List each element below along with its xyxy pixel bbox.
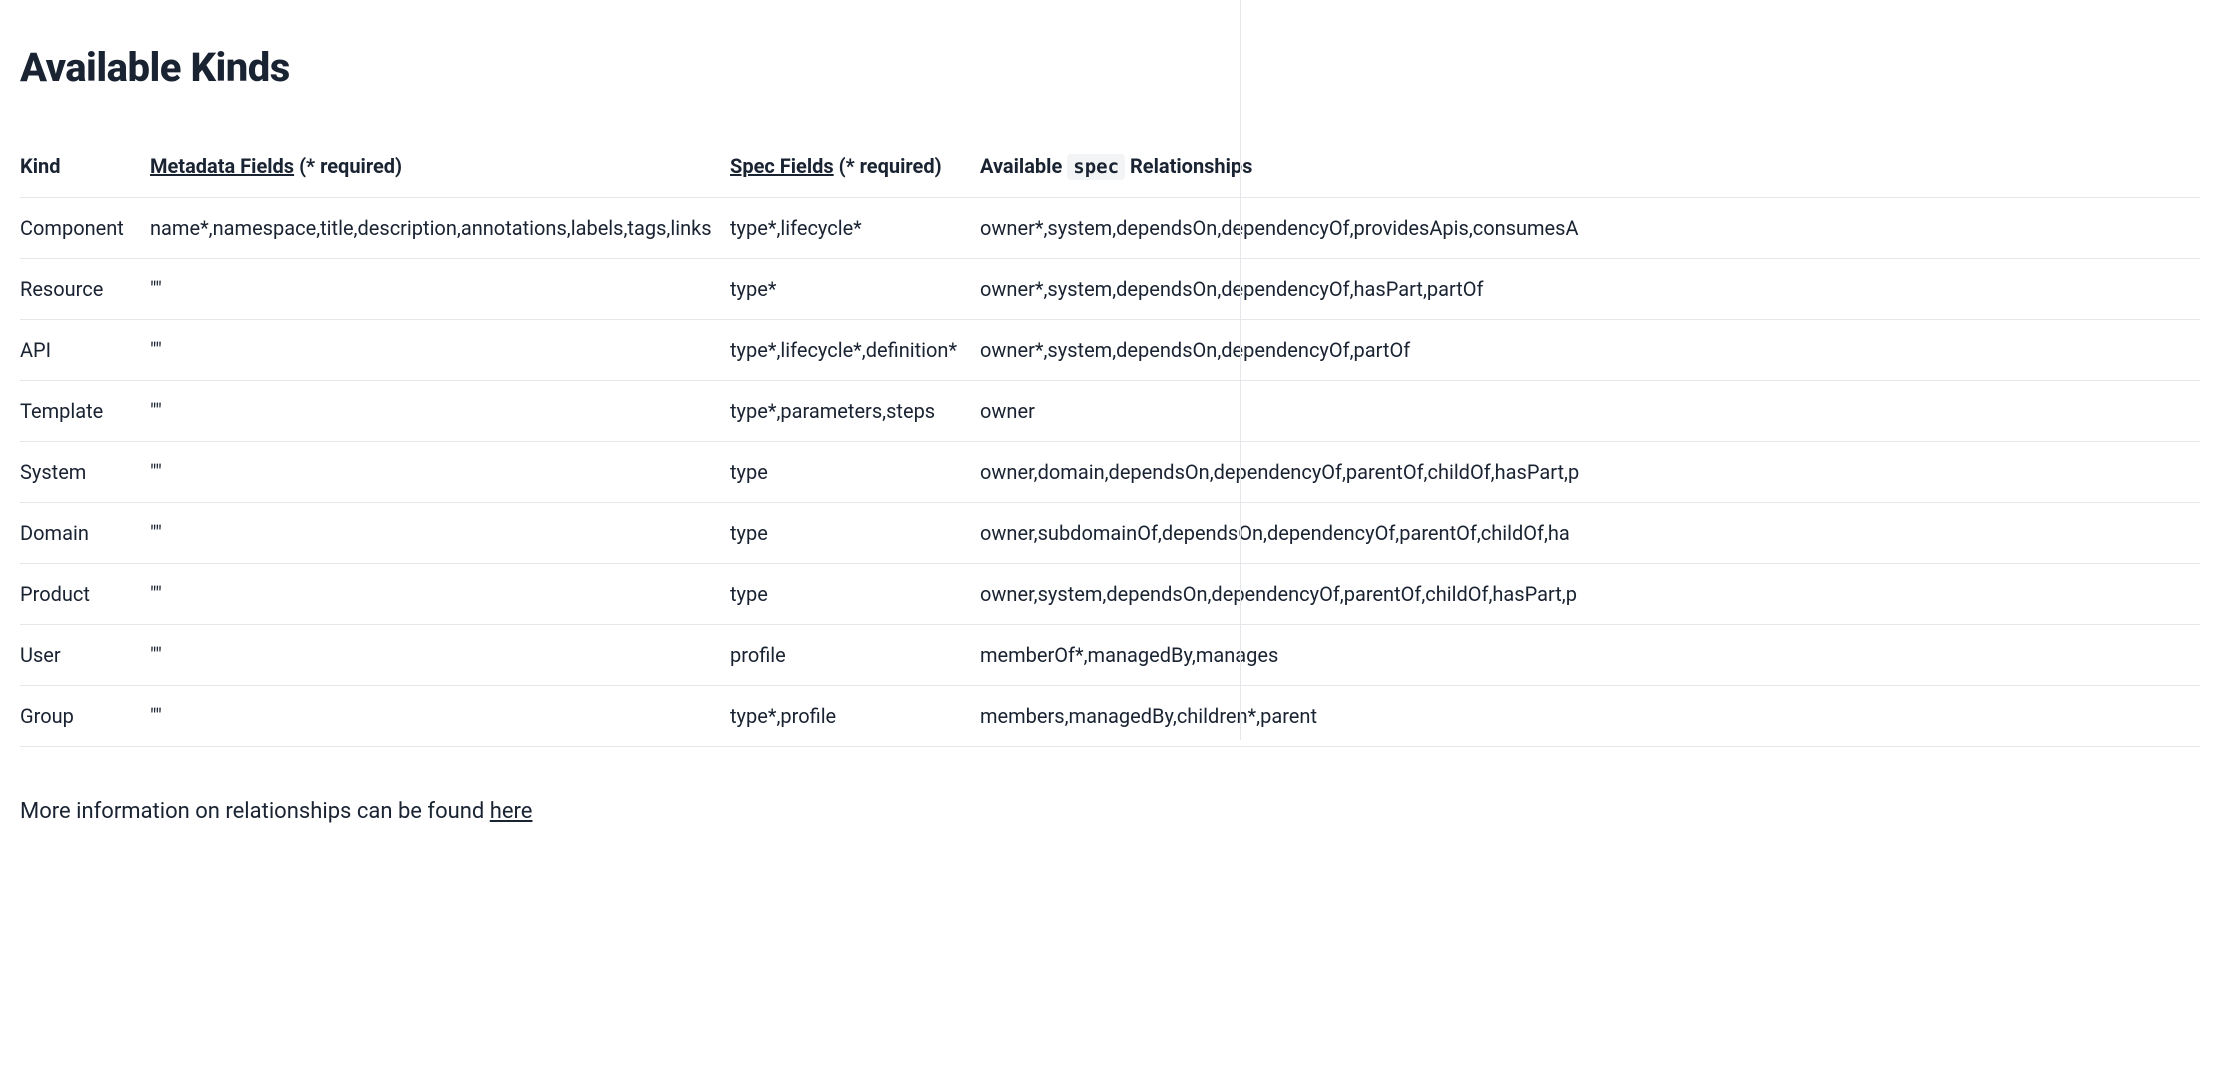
cell-relationships: owner,system,dependsOn,dependencyOf,pare…	[980, 563, 2200, 624]
cell-kind: Resource	[20, 258, 150, 319]
footer-note: More information on relationships can be…	[20, 797, 2200, 828]
table-header-row: Kind Metadata Fields (* required) Spec F…	[20, 136, 2200, 197]
cell-metadata: ""	[150, 502, 730, 563]
cell-spec: type	[730, 563, 980, 624]
cell-kind: Template	[20, 380, 150, 441]
cell-spec: profile	[730, 624, 980, 685]
cell-relationships: members,managedBy,children*,parent	[980, 685, 2200, 746]
cell-relationships: memberOf*,managedBy,manages	[980, 624, 2200, 685]
header-spec: Spec Fields (* required)	[730, 136, 980, 197]
cell-relationships: owner	[980, 380, 2200, 441]
kinds-table: Kind Metadata Fields (* required) Spec F…	[20, 136, 2200, 747]
cell-spec: type*,parameters,steps	[730, 380, 980, 441]
cell-kind: Product	[20, 563, 150, 624]
cell-kind: User	[20, 624, 150, 685]
cell-kind: Group	[20, 685, 150, 746]
page-title: Available Kinds	[20, 40, 2200, 96]
cell-metadata: ""	[150, 319, 730, 380]
cell-relationships: owner*,system,dependsOn,dependencyOf,par…	[980, 319, 2200, 380]
header-relationships-suffix: Relationships	[1125, 154, 1252, 178]
table-row: API""type*,lifecycle*,definition*owner*,…	[20, 319, 2200, 380]
spec-fields-link[interactable]: Spec Fields	[730, 154, 834, 178]
footer-here-link[interactable]: here	[490, 799, 533, 824]
header-metadata: Metadata Fields (* required)	[150, 136, 730, 197]
cell-spec: type*,lifecycle*,definition*	[730, 319, 980, 380]
cell-metadata: name*,namespace,title,description,annota…	[150, 197, 730, 258]
cell-spec: type	[730, 441, 980, 502]
cell-metadata: ""	[150, 685, 730, 746]
cell-kind: System	[20, 441, 150, 502]
cell-relationships: owner*,system,dependsOn,dependencyOf,has…	[980, 258, 2200, 319]
header-relationships-code: spec	[1067, 154, 1125, 180]
table-row: Group""type*,profilemembers,managedBy,ch…	[20, 685, 2200, 746]
table-row: Product""typeowner,system,dependsOn,depe…	[20, 563, 2200, 624]
table-row: System""typeowner,domain,dependsOn,depen…	[20, 441, 2200, 502]
metadata-required-note: (* required)	[294, 154, 402, 178]
cell-relationships: owner,domain,dependsOn,dependencyOf,pare…	[980, 441, 2200, 502]
cell-metadata: ""	[150, 563, 730, 624]
cell-metadata: ""	[150, 380, 730, 441]
cell-spec: type*	[730, 258, 980, 319]
table-row: User""profilememberOf*,managedBy,manages	[20, 624, 2200, 685]
table-row: Componentname*,namespace,title,descripti…	[20, 197, 2200, 258]
header-kind: Kind	[20, 136, 150, 197]
vertical-divider	[1240, 0, 1241, 740]
header-relationships: Available spec Relationships	[980, 136, 2200, 197]
cell-relationships: owner*,system,dependsOn,dependencyOf,pro…	[980, 197, 2200, 258]
footer-note-text: More information on relationships can be…	[20, 799, 490, 824]
cell-spec: type*,profile	[730, 685, 980, 746]
cell-metadata: ""	[150, 624, 730, 685]
cell-kind: API	[20, 319, 150, 380]
table-row: Template""type*,parameters,stepsowner	[20, 380, 2200, 441]
table-row: Resource""type*owner*,system,dependsOn,d…	[20, 258, 2200, 319]
cell-kind: Domain	[20, 502, 150, 563]
cell-metadata: ""	[150, 441, 730, 502]
cell-metadata: ""	[150, 258, 730, 319]
cell-spec: type	[730, 502, 980, 563]
header-relationships-prefix: Available	[980, 154, 1067, 178]
cell-relationships: owner,subdomainOf,dependsOn,dependencyOf…	[980, 502, 2200, 563]
spec-required-note: (* required)	[834, 154, 942, 178]
table-row: Domain""typeowner,subdomainOf,dependsOn,…	[20, 502, 2200, 563]
cell-kind: Component	[20, 197, 150, 258]
cell-spec: type*,lifecycle*	[730, 197, 980, 258]
metadata-fields-link[interactable]: Metadata Fields	[150, 154, 294, 178]
